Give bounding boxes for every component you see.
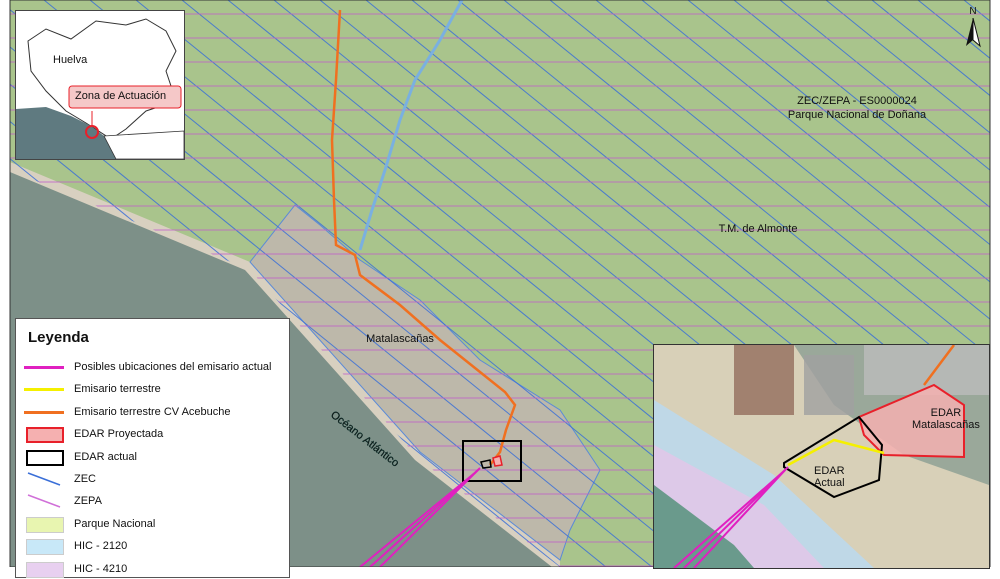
legend-item: Parque Nacional [24, 514, 155, 534]
legend-symbol-icon [24, 382, 64, 396]
inset-edar-actual-l2: Actual [814, 477, 845, 489]
legend-item-label: Parque Nacional [74, 517, 156, 530]
legend-item: Posibles ubicaciones del emisario actual [24, 357, 272, 377]
legend-item: EDAR Proyectada [24, 424, 163, 444]
label-zec-zepa: ZEC/ZEPA - ES0000024 [797, 95, 917, 107]
legend-item-label: HIC - 4210 [74, 562, 128, 575]
north-label: N [969, 6, 977, 17]
legend-item-label: EDAR Proyectada [74, 428, 164, 441]
locator-svg [16, 11, 184, 159]
legend: Leyenda Posibles ubicaciones del emisari… [15, 318, 290, 578]
label-tm-almonte: T.M. de Almonte [719, 223, 798, 235]
legend-item-label: HIC - 2120 [74, 540, 128, 553]
legend-item: EDAR actual [24, 447, 137, 467]
edar-proyectada-small [492, 455, 503, 467]
label-parque-nacional: Parque Nacional de Doñana [788, 109, 927, 121]
inset-edar-actual-label: EDAR Actual [814, 465, 845, 489]
north-arrow: N [962, 6, 984, 52]
legend-item-label: Emisario terrestre [74, 383, 161, 396]
locator-province-label: Huelva [53, 54, 88, 66]
inset-edar-matalascanas-l2: Matalascañas [912, 419, 980, 431]
legend-symbol-icon [24, 539, 64, 556]
legend-symbol-icon [24, 360, 64, 374]
legend-item-label: Posibles ubicaciones del emisario actual [74, 361, 272, 373]
legend-symbol-icon [24, 449, 64, 466]
legend-item: ZEC [24, 469, 96, 489]
inset-edar-actual-l1: EDAR [814, 465, 845, 477]
label-matalascanas: Matalascañas [366, 333, 434, 345]
locator-map: Huelva Zona de Actuación [15, 10, 185, 160]
legend-item: Emisario terrestre [24, 379, 161, 399]
legend-item: ZEPA [24, 491, 102, 511]
inset-edar-matalascanas-label: EDAR Matalascañas [912, 407, 980, 431]
legend-title: Leyenda [28, 329, 89, 346]
legend-symbol-icon [24, 427, 64, 444]
legend-item: Emisario terrestre CV Acebuche [24, 402, 231, 422]
legend-symbol-icon [24, 472, 64, 486]
legend-symbol-icon [24, 405, 64, 419]
legend-item: HIC - 2120 [24, 536, 127, 556]
locator-callout: Zona de Actuación [75, 90, 167, 102]
legend-item-label: EDAR actual [74, 450, 137, 463]
legend-symbol-icon [24, 561, 64, 578]
legend-symbol-icon [24, 494, 64, 509]
inset-svg [654, 345, 989, 568]
legend-symbol-icon [24, 516, 64, 533]
inset-map: EDAR Matalascañas EDAR Actual [653, 344, 990, 569]
legend-item: HIC - 4210 [24, 559, 127, 579]
north-arrow-icon [966, 17, 981, 48]
legend-item-label: ZEPA [74, 495, 102, 508]
legend-item-label: Emisario terrestre CV Acebuche [74, 405, 231, 418]
legend-item-label: ZEC [74, 473, 96, 485]
inset-edar-matalascanas-l1: EDAR [930, 407, 962, 419]
